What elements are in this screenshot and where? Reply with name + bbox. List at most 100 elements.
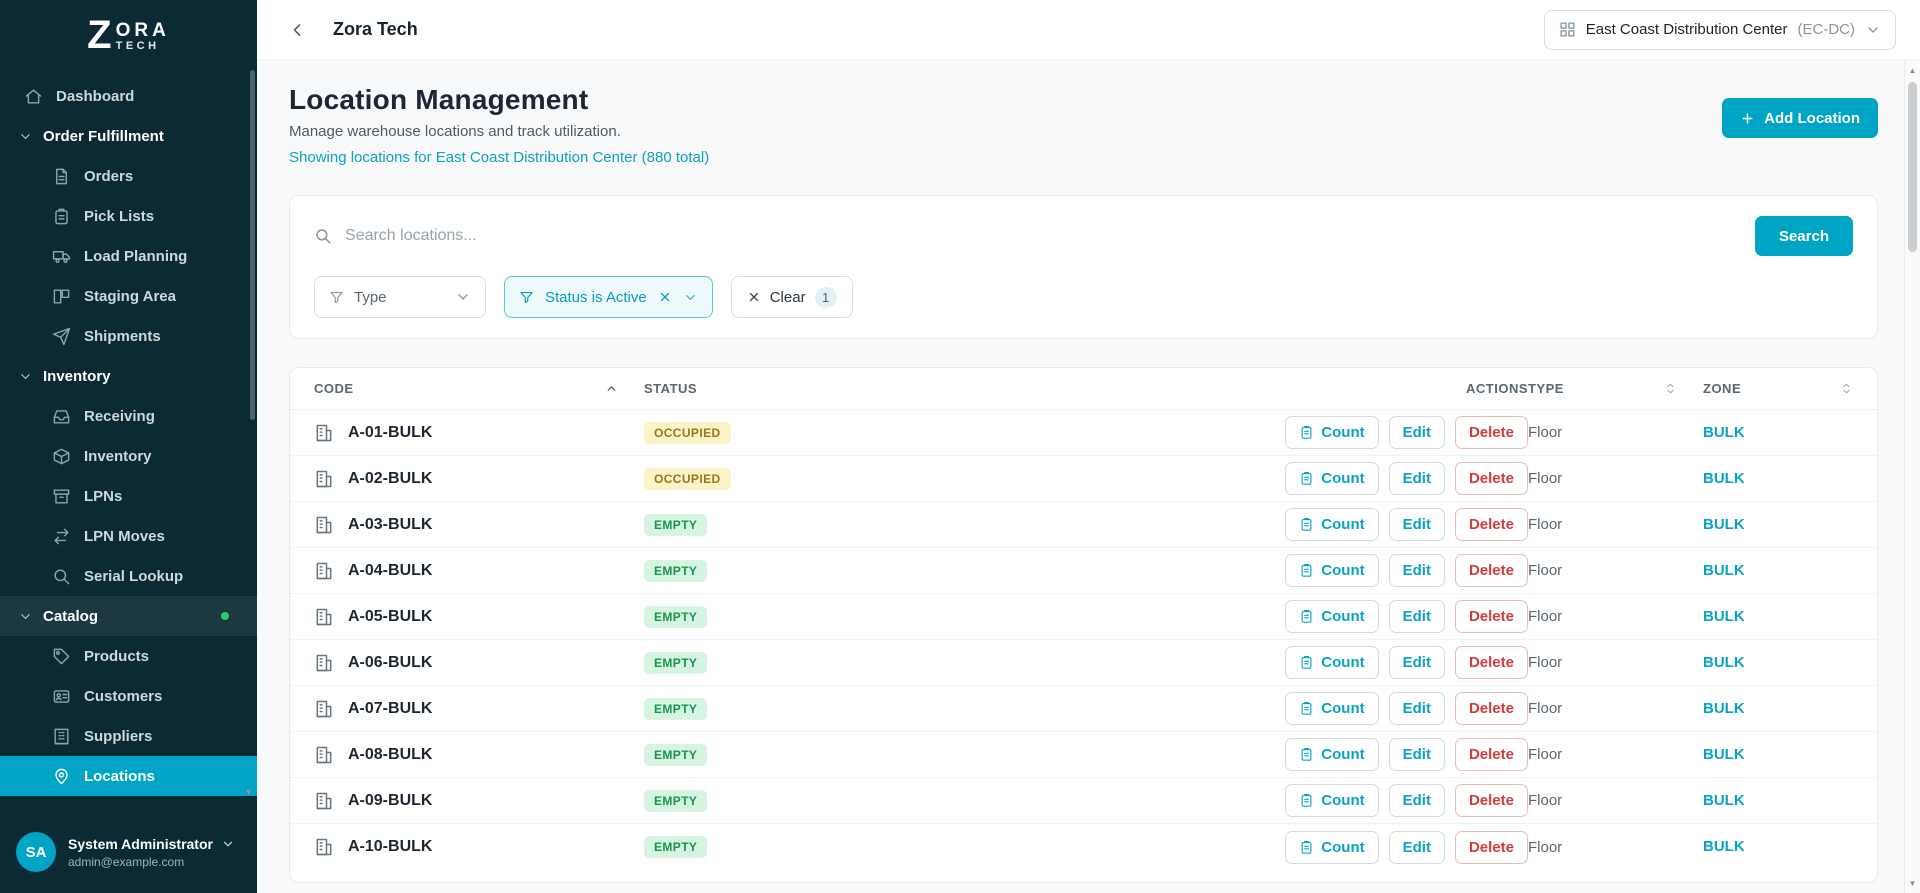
edit-button[interactable]: Edit <box>1388 738 1445 771</box>
delete-button[interactable]: Delete <box>1454 692 1528 725</box>
chevron-down-icon <box>21 373 30 379</box>
type-filter-select[interactable]: Type <box>314 276 486 318</box>
user-name: System Administrator <box>68 835 213 852</box>
sidebar-item-load-planning[interactable]: Load Planning <box>0 236 257 276</box>
count-button[interactable]: Count <box>1285 646 1379 679</box>
zone-link[interactable]: BULK <box>1703 700 1745 717</box>
delete-button[interactable]: Delete <box>1454 600 1528 633</box>
count-button[interactable]: Count <box>1285 830 1379 864</box>
pin-icon <box>55 768 68 784</box>
delete-button[interactable]: Delete <box>1454 646 1528 679</box>
sidebar-item-customers[interactable]: Customers <box>0 676 257 716</box>
delete-button[interactable]: Delete <box>1454 784 1528 817</box>
edit-button[interactable]: Edit <box>1388 830 1445 864</box>
arrows-icon <box>54 528 69 544</box>
remove-filter-icon[interactable] <box>658 290 672 304</box>
location-icon <box>314 515 334 535</box>
sidebar-item-products[interactable]: Products <box>0 636 257 676</box>
delete-button[interactable]: Delete <box>1454 830 1528 864</box>
sidebar-item-inventory[interactable]: Inventory <box>0 436 257 476</box>
truck-icon <box>52 250 71 263</box>
clear-filters-button[interactable]: Clear 1 <box>730 276 853 318</box>
count-button[interactable]: Count <box>1285 738 1379 771</box>
plus-icon <box>1742 112 1753 124</box>
count-button[interactable]: Count <box>1285 462 1379 495</box>
edit-button[interactable]: Edit <box>1388 600 1445 633</box>
sidebar-scroll-down-icon[interactable]: ▼ <box>244 787 253 797</box>
sidebar-item-staging-area[interactable]: Staging Area <box>0 276 257 316</box>
delete-button[interactable]: Delete <box>1454 554 1528 587</box>
zone-link[interactable]: BULK <box>1703 608 1745 625</box>
sidebar-item-label: Suppliers <box>84 727 153 745</box>
location-icon <box>314 653 334 673</box>
zone-link[interactable]: BULK <box>1703 516 1745 533</box>
scroll-up-icon[interactable]: ▲ <box>1905 66 1920 75</box>
zone-link[interactable]: BULK <box>1703 562 1745 579</box>
sidebar-item-lpn-moves[interactable]: LPN Moves <box>0 516 257 556</box>
edit-button[interactable]: Edit <box>1388 462 1445 495</box>
user-menu[interactable]: SA System Administrator admin@example.co… <box>0 811 257 893</box>
column-header-status[interactable]: STATUS <box>644 381 1278 396</box>
column-header-zone[interactable]: ZONE <box>1703 381 1853 396</box>
edit-button[interactable]: Edit <box>1388 784 1445 817</box>
count-button[interactable]: Count <box>1285 416 1379 449</box>
zone-link[interactable]: BULK <box>1703 792 1745 809</box>
table-row: A-09-BULK EMPTY Count Edit Delete Floor BULK <box>290 778 1877 824</box>
zone-link[interactable]: BULK <box>1703 654 1745 671</box>
zone-link[interactable]: BULK <box>1703 470 1745 487</box>
back-button[interactable] <box>287 20 307 40</box>
sidebar-item-serial-lookup[interactable]: Serial Lookup <box>0 556 257 596</box>
sidebar-section-inventory[interactable]: Inventory <box>0 356 257 396</box>
search-button[interactable]: Search <box>1754 216 1853 256</box>
scroll-down-icon[interactable]: ▼ <box>1905 879 1920 888</box>
count-button[interactable]: Count <box>1285 508 1379 541</box>
delete-button[interactable]: Delete <box>1454 416 1528 449</box>
edit-button[interactable]: Edit <box>1388 554 1445 587</box>
count-button[interactable]: Count <box>1285 692 1379 725</box>
chevron-left-icon <box>293 23 301 36</box>
count-button[interactable]: Count <box>1285 554 1379 587</box>
column-header-code[interactable]: CODE <box>314 381 644 396</box>
zone-link[interactable]: BULK <box>1703 838 1745 855</box>
sidebar-item-label: Dashboard <box>56 87 135 105</box>
column-header-type[interactable]: TYPE <box>1528 381 1703 396</box>
vertical-scrollbar[interactable]: ▲ ▼ <box>1904 60 1920 893</box>
clipboard-icon <box>1301 656 1312 669</box>
sidebar-item-suppliers[interactable]: Suppliers <box>0 716 257 756</box>
sidebar-item-pick-lists[interactable]: Pick Lists <box>0 196 257 236</box>
edit-button[interactable]: Edit <box>1388 646 1445 679</box>
sidebar-item-orders[interactable]: Orders <box>0 156 257 196</box>
count-button[interactable]: Count <box>1285 784 1379 817</box>
edit-button[interactable]: Edit <box>1388 508 1445 541</box>
sidebar-item-shipments[interactable]: Shipments <box>0 316 257 356</box>
sidebar-item-dashboard[interactable]: Dashboard <box>0 76 257 116</box>
edit-button[interactable]: Edit <box>1388 692 1445 725</box>
showing-link[interactable]: Showing locations for East Coast Distrib… <box>289 149 709 166</box>
scrollbar-thumb[interactable] <box>1908 82 1917 252</box>
search-input[interactable] <box>345 227 1737 245</box>
add-location-button[interactable]: Add Location <box>1722 98 1878 138</box>
active-filter-chip[interactable]: Status is Active <box>504 276 713 318</box>
delete-button[interactable]: Delete <box>1454 738 1528 771</box>
facility-selector[interactable]: East Coast Distribution Center (EC-DC) <box>1543 9 1896 50</box>
table-body: A-01-BULK OCCUPIED Count Edit Delete Floor BUL… <box>290 410 1877 870</box>
logo-line1: ORA <box>115 20 170 42</box>
columns-icon <box>53 288 70 304</box>
sidebar-item-label: Receiving <box>84 407 155 425</box>
delete-button[interactable]: Delete <box>1454 462 1528 495</box>
zone-link[interactable]: BULK <box>1703 746 1745 763</box>
sidebar-item-locations[interactable]: Locations <box>0 756 257 796</box>
page-title: Location Management <box>289 84 589 115</box>
sidebar-item-receiving[interactable]: Receiving <box>0 396 257 436</box>
clipboard-icon <box>1301 748 1312 761</box>
zone-link[interactable]: BULK <box>1703 424 1745 441</box>
delete-button[interactable]: Delete <box>1454 508 1528 541</box>
sidebar-section-order-fulfillment[interactable]: Order Fulfillment <box>0 116 257 156</box>
edit-button[interactable]: Edit <box>1388 416 1445 449</box>
sidebar-item-lpns[interactable]: LPNs <box>0 476 257 516</box>
status-badge: EMPTY <box>644 513 708 536</box>
count-button[interactable]: Count <box>1285 600 1379 633</box>
sidebar-section-catalog[interactable]: Catalog <box>0 596 257 636</box>
sidebar-scrollbar-thumb[interactable] <box>250 70 255 420</box>
sidebar-item-label: Serial Lookup <box>84 567 184 585</box>
